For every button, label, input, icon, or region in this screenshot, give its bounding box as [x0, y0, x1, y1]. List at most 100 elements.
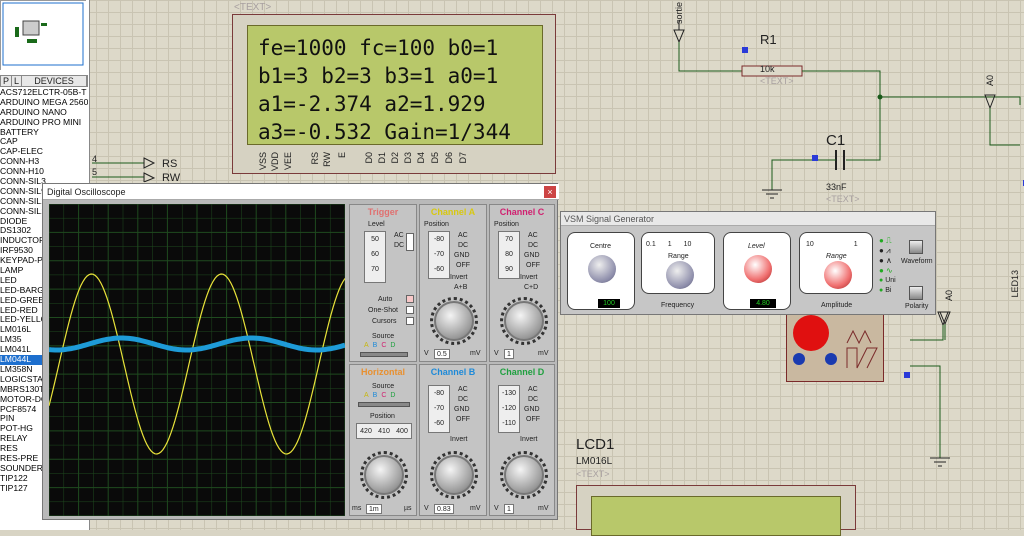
channel-d-section: Channel D -130 -120 -110 AC DC GND OFF I… — [489, 364, 555, 516]
chc-ac[interactable]: AC — [528, 231, 538, 240]
oscilloscope-window[interactable]: Digital Oscilloscope × Trigger Level 50 … — [42, 183, 559, 520]
device-list-item[interactable]: ACS712ELCTR-05B-T — [0, 88, 88, 98]
channel-b-position-slider[interactable]: -80 -70 -60 — [428, 385, 450, 433]
horizontal-source-slider[interactable] — [358, 402, 410, 407]
cursors-checkbox[interactable] — [406, 317, 414, 325]
device-list-item[interactable]: ARDUINO PRO MINI — [0, 118, 88, 128]
chb-off[interactable]: OFF — [456, 415, 470, 424]
signal-generator-window[interactable]: VSM Signal Generator Centre 100 Range 0.… — [560, 211, 936, 315]
chb-gnd[interactable]: GND — [454, 405, 470, 414]
signal-generator-titlebar[interactable]: VSM Signal Generator — [561, 212, 935, 226]
trigger-section: Trigger Level 50 60 70 AC DC Auto One-Sh… — [349, 204, 417, 362]
trigger-dc[interactable]: DC — [394, 241, 404, 250]
channel-a-position-slider[interactable]: -80 -70 -60 — [428, 231, 450, 279]
uni-label: Uni — [885, 277, 896, 284]
trigger-src-a[interactable]: A — [364, 342, 369, 349]
trigger-ac[interactable]: AC — [394, 231, 404, 240]
cha-invert[interactable]: Invert — [450, 273, 468, 282]
chd-ac[interactable]: AC — [528, 385, 538, 394]
device-list-item[interactable]: ARDUINO MEGA 2560 — [0, 98, 88, 108]
cha-ac[interactable]: AC — [458, 231, 468, 240]
channel-d-position-slider[interactable]: -130 -120 -110 — [498, 385, 520, 433]
auto-checkbox[interactable] — [406, 295, 414, 303]
channel-b-volts-knob[interactable] — [430, 451, 478, 499]
chb-dc[interactable]: DC — [458, 395, 468, 404]
device-list-item[interactable]: CONN-H10 — [0, 167, 88, 177]
device-list-item[interactable]: BATTERY — [0, 128, 88, 138]
h-src-c[interactable]: C — [381, 392, 386, 399]
trigger-source-options[interactable]: A B C D — [364, 342, 395, 349]
a0-terminal-icon — [939, 311, 951, 340]
freq-tick-1: 0.1 — [646, 241, 656, 248]
signal-generator-symbol[interactable] — [786, 312, 884, 382]
h-src-a[interactable]: A — [364, 392, 369, 399]
trigger-src-b[interactable]: B — [373, 342, 378, 349]
cha-gnd[interactable]: GND — [454, 251, 470, 260]
oneshot-checkbox[interactable] — [406, 306, 414, 314]
chd-invert[interactable]: Invert — [520, 435, 538, 444]
chb-ac[interactable]: AC — [458, 385, 468, 394]
trigger-source-slider[interactable] — [360, 352, 408, 357]
device-list-item[interactable]: ARDUINO NANO — [0, 108, 88, 118]
chd-gnd[interactable]: GND — [524, 405, 540, 414]
horizontal-position-slider[interactable]: 420 410 400 — [356, 423, 412, 439]
tab-l[interactable]: L — [12, 76, 23, 86]
lcd-screen: fe=1000 fc=100 b0=1 b1=3 b2=3 b3=1 a0=1 … — [247, 25, 543, 145]
trigger-coupling-switch[interactable] — [406, 233, 414, 251]
r1-value: 10k — [760, 64, 775, 74]
channel-a-volts-knob[interactable] — [430, 297, 478, 345]
device-list-item[interactable]: CAP-ELEC — [0, 147, 88, 157]
device-tabs: P L DEVICES — [0, 75, 88, 87]
level-knob[interactable] — [744, 255, 772, 283]
r1-text: <TEXT> — [760, 76, 794, 86]
chc-invert[interactable]: Invert — [520, 273, 538, 282]
lcd-display[interactable]: fe=1000 fc=100 b0=1 b1=3 b2=3 b3=1 a0=1 … — [232, 14, 556, 174]
h-pos-1: 420 — [360, 427, 372, 435]
channel-d-volts-knob[interactable] — [500, 451, 548, 499]
waveform-symbol-icon — [846, 329, 878, 369]
cha-dc[interactable]: DC — [458, 241, 468, 250]
timebase-knob[interactable] — [360, 451, 408, 499]
device-list-item[interactable]: CONN-H3 — [0, 157, 88, 167]
oscilloscope-titlebar[interactable]: Digital Oscilloscope × — [43, 184, 559, 200]
close-button[interactable]: × — [544, 186, 556, 198]
chc-off[interactable]: OFF — [526, 261, 540, 270]
channel-c-volts-knob[interactable] — [500, 297, 548, 345]
preview-icon — [1, 1, 87, 71]
h-src-d[interactable]: D — [390, 392, 395, 399]
frequency-range-knob[interactable] — [666, 261, 694, 289]
chc-cplusd[interactable]: C+D — [524, 283, 538, 292]
centre-knob[interactable] — [588, 255, 616, 283]
chc-gnd[interactable]: GND — [524, 251, 540, 260]
device-list-item[interactable]: CAP — [0, 137, 88, 147]
trigger-src-c[interactable]: C — [381, 342, 386, 349]
cha-aplusb[interactable]: A+B — [454, 283, 467, 292]
centre-label: Centre — [590, 243, 612, 250]
triangle-wave-icon: ● ∧ — [879, 256, 892, 265]
trigger-src-d[interactable]: D — [390, 342, 395, 349]
lcd-pin-label: D1 — [377, 152, 387, 164]
amplitude-range-knob[interactable] — [824, 261, 852, 289]
lcd-pin-label: RS — [310, 152, 320, 165]
bi-option[interactable]: ● Bi — [879, 286, 901, 296]
tab-devices[interactable]: DEVICES — [22, 76, 87, 86]
trigger-auto[interactable]: Auto — [378, 295, 392, 304]
chb-invert[interactable]: Invert — [450, 435, 468, 444]
trigger-level-slider[interactable]: 50 60 70 — [364, 231, 386, 283]
chc-dc[interactable]: DC — [528, 241, 538, 250]
trigger-oneshot[interactable]: One-Shot — [368, 306, 398, 315]
trigger-cursors[interactable]: Cursors — [372, 317, 397, 326]
lcd1-display[interactable] — [576, 485, 856, 536]
polarity-button[interactable] — [909, 286, 923, 300]
waveform-button[interactable] — [909, 240, 923, 254]
uni-option[interactable]: ● Uni — [879, 276, 901, 286]
horizontal-source-options[interactable]: A B C D — [364, 392, 395, 399]
lcd1-model: LM016L — [576, 456, 613, 467]
chd-dc[interactable]: DC — [528, 395, 538, 404]
chd-off[interactable]: OFF — [526, 415, 540, 424]
h-pos-2: 410 — [378, 427, 390, 435]
h-src-b[interactable]: B — [373, 392, 378, 399]
tab-p[interactable]: P — [1, 76, 13, 86]
cha-off[interactable]: OFF — [456, 261, 470, 270]
channel-c-position-slider[interactable]: 70 80 90 — [498, 231, 520, 279]
